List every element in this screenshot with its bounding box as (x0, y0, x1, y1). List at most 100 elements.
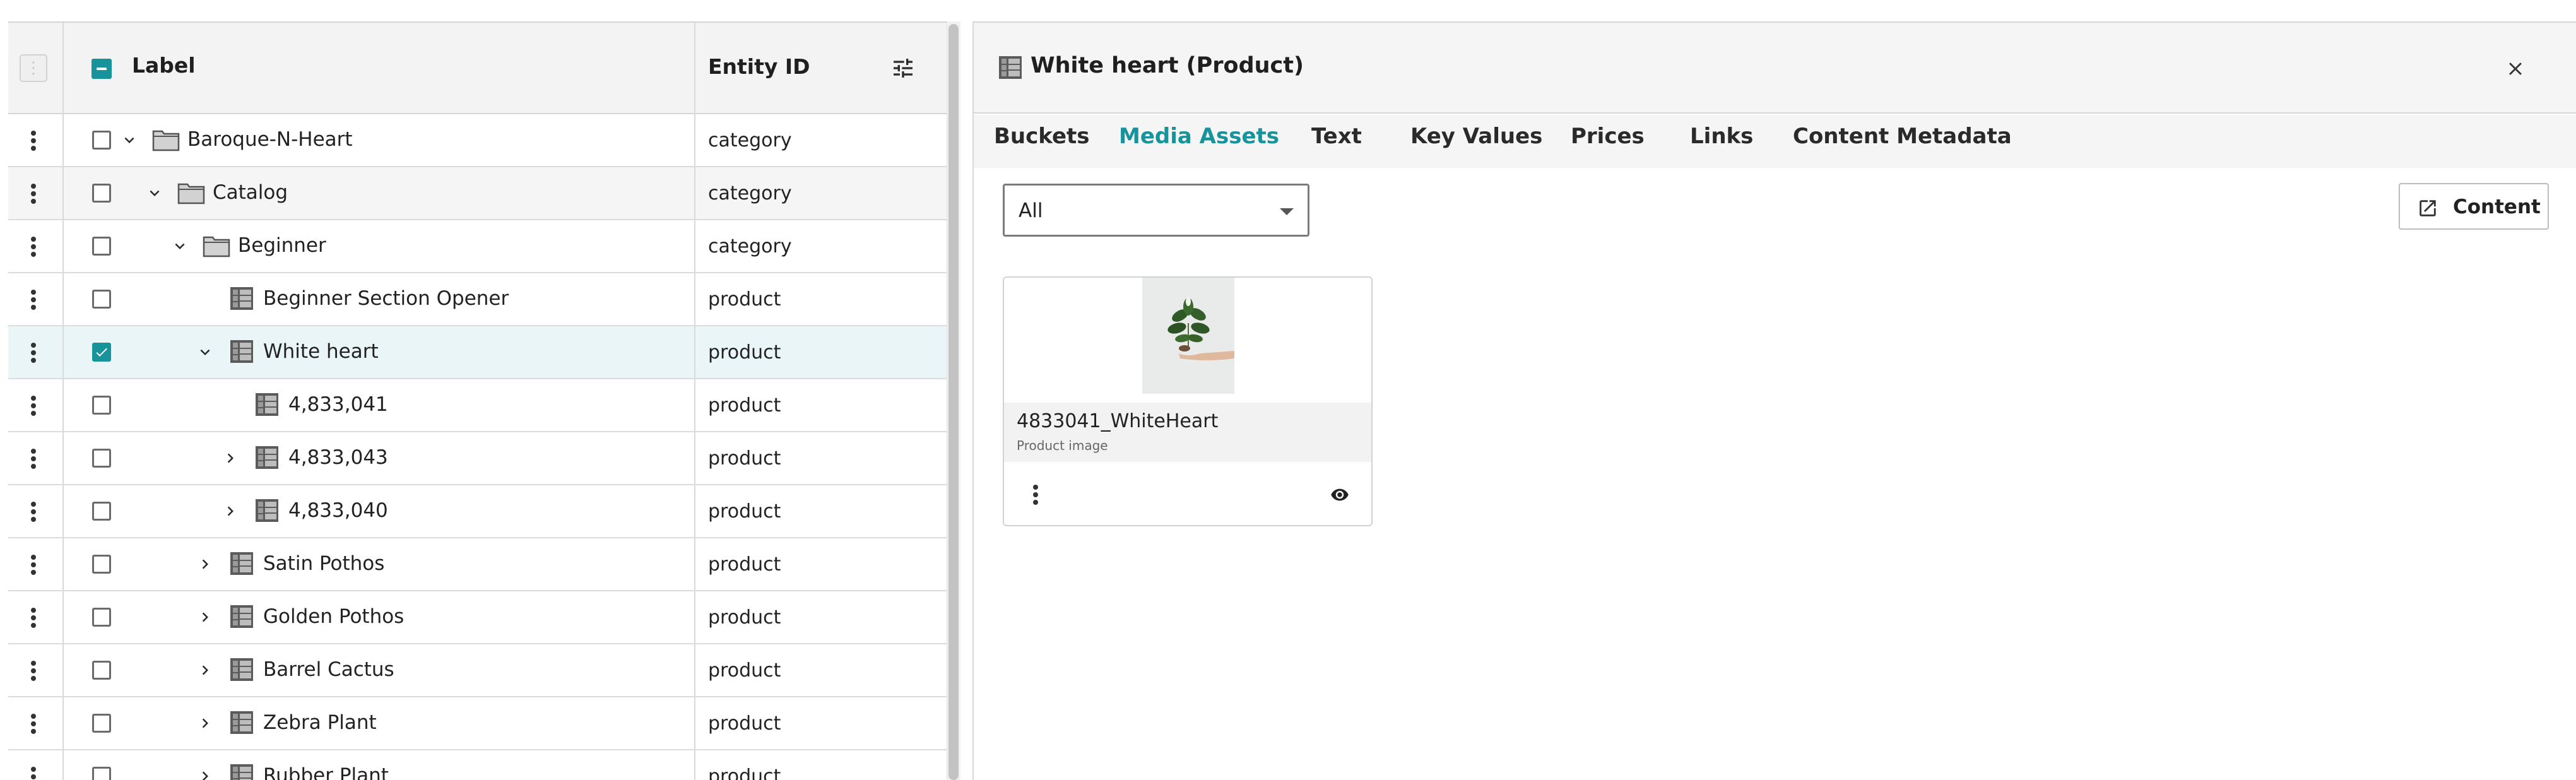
more-vert-icon[interactable] (22, 498, 45, 526)
tab-prices[interactable]: Prices (1571, 124, 1645, 168)
panel-tabs: Buckets Media Assets Text Key Values Pri… (974, 115, 2576, 168)
media-filter-select[interactable]: All (1003, 184, 1309, 237)
chevron-down-icon[interactable] (118, 129, 141, 151)
content-button[interactable]: Content (2399, 183, 2549, 230)
open-in-new-icon (2416, 197, 2439, 220)
row-checkbox[interactable] (92, 767, 111, 780)
product-grid-icon (253, 498, 281, 523)
chevron-right-icon[interactable] (194, 659, 216, 682)
more-vert-icon[interactable] (22, 763, 45, 780)
more-vert-icon[interactable] (22, 286, 45, 314)
more-vert-icon[interactable] (22, 180, 45, 208)
tab-text[interactable]: Text (1311, 124, 1362, 168)
row-checkbox[interactable] (92, 396, 111, 415)
chevron-down-icon[interactable] (194, 341, 216, 363)
asset-thumbnail[interactable] (1142, 278, 1234, 394)
row-checkbox[interactable] (92, 608, 111, 627)
tree-row[interactable]: Catalog category (8, 167, 947, 220)
product-grid-icon (253, 392, 281, 417)
more-vert-icon[interactable] (22, 604, 45, 632)
row-checkbox[interactable] (92, 714, 111, 733)
tree-row[interactable]: Beginner Section Opener product (8, 273, 947, 326)
more-vert-icon[interactable] (22, 233, 45, 261)
row-checkbox[interactable] (92, 661, 111, 680)
product-grid-icon (228, 710, 256, 735)
eye-icon[interactable] (1326, 483, 1354, 506)
tab-key-values[interactable]: Key Values (1410, 124, 1542, 168)
more-vert-icon[interactable] (1024, 481, 1047, 509)
row-checkbox[interactable] (92, 502, 111, 521)
tree-row[interactable]: Baroque-N-Heart category (8, 114, 947, 167)
chevron-right-icon[interactable] (194, 606, 216, 629)
row-label[interactable]: Golden Pothos (263, 605, 404, 628)
tree-row[interactable]: Satin Pothos product (8, 538, 947, 591)
product-grid-icon (253, 445, 281, 470)
row-label[interactable]: Barrel Cactus (263, 658, 394, 681)
row-checkbox[interactable] (92, 237, 111, 256)
folder-icon (177, 180, 205, 205)
row-label[interactable]: Zebra Plant (263, 711, 377, 734)
tree-row[interactable]: Barrel Cactus product (8, 644, 947, 697)
grid-scrollbar-thumb[interactable] (948, 24, 959, 780)
select-all-checkbox[interactable] (92, 59, 112, 79)
row-checkbox[interactable] (92, 184, 111, 203)
row-label[interactable]: 4,833,043 (288, 446, 388, 469)
tree-row[interactable]: Golden Pothos product (8, 591, 947, 644)
label-column-header[interactable]: Label (132, 53, 196, 78)
tree-row[interactable]: Beginner category (8, 220, 947, 273)
tab-buckets[interactable]: Buckets (994, 124, 1090, 168)
tree-row[interactable]: White heart product (8, 326, 947, 379)
row-checkbox[interactable] (92, 555, 111, 574)
chevron-down-icon[interactable] (143, 182, 166, 204)
tree-grid: ⋮ Label Entity ID Baroque-N-Heart categor… (8, 21, 947, 780)
row-label[interactable]: Beginner (238, 234, 326, 257)
media-asset-card[interactable]: 4833041_WhiteHeart Product image (1003, 276, 1373, 526)
more-vert-icon[interactable] (22, 445, 45, 473)
more-vert-icon[interactable] (22, 127, 45, 155)
more-vert-icon[interactable] (22, 392, 45, 420)
more-vert-icon[interactable] (22, 710, 45, 738)
row-entity-id: category (708, 182, 792, 204)
row-label[interactable]: Satin Pothos (263, 552, 384, 575)
chevron-right-icon[interactable] (194, 553, 216, 576)
tab-content-metadata[interactable]: Content Metadata (1793, 124, 2012, 168)
tree-row[interactable]: Rubber Plant product (8, 750, 947, 780)
tab-media-assets[interactable]: Media Assets (1119, 124, 1279, 168)
chevron-right-icon[interactable] (194, 712, 216, 735)
row-label[interactable]: Catalog (213, 181, 288, 204)
column-divider[interactable] (694, 23, 695, 780)
more-vert-icon[interactable] (22, 339, 45, 367)
panel-header: White heart (Product) (974, 23, 2576, 114)
more-vert-icon[interactable] (22, 551, 45, 579)
row-label[interactable]: Baroque-N-Heart (187, 128, 353, 151)
tune-icon[interactable] (885, 50, 921, 86)
product-grid-icon (228, 286, 256, 311)
row-label[interactable]: 4,833,041 (288, 393, 388, 416)
row-entity-id: product (708, 447, 781, 470)
row-checkbox[interactable] (92, 343, 111, 362)
row-label[interactable]: Beginner Section Opener (263, 287, 509, 310)
entity-id-column-header[interactable]: Entity ID (708, 54, 810, 79)
chevron-right-icon[interactable] (194, 765, 216, 780)
tree-row[interactable]: 4,833,041 product (8, 379, 947, 432)
chevron-right-icon[interactable] (219, 500, 242, 523)
row-label[interactable]: 4,833,040 (288, 499, 388, 522)
row-checkbox[interactable] (92, 131, 111, 150)
panel-title: White heart (Product) (1031, 53, 1304, 78)
tab-links[interactable]: Links (1690, 124, 1753, 168)
chevron-right-icon[interactable] (219, 447, 242, 470)
row-checkbox[interactable] (92, 290, 111, 309)
more-vert-icon[interactable] (22, 657, 45, 685)
tree-row[interactable]: Zebra Plant product (8, 697, 947, 750)
tree-row[interactable]: 4,833,043 product (8, 432, 947, 485)
header-menu-button[interactable]: ⋮ (20, 54, 47, 82)
asset-type: Product image (1017, 438, 1108, 453)
close-icon[interactable] (2500, 53, 2531, 85)
tree-row[interactable]: 4,833,040 product (8, 485, 947, 538)
row-checkbox[interactable] (92, 449, 111, 468)
row-entity-id: product (708, 659, 781, 682)
grid-header: ⋮ Label Entity ID (8, 23, 947, 114)
row-label[interactable]: Rubber Plant (263, 764, 389, 780)
chevron-down-icon[interactable] (168, 235, 191, 257)
row-label[interactable]: White heart (263, 340, 379, 363)
